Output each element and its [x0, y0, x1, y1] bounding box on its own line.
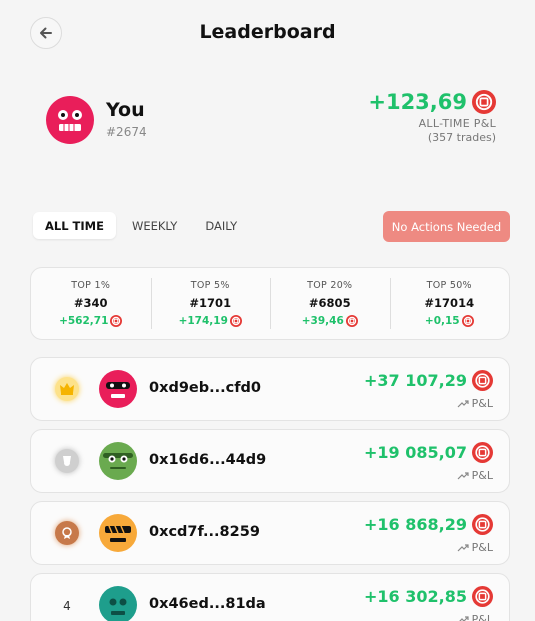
- tab-all-time[interactable]: ALL TIME: [33, 212, 116, 239]
- row-pnl-caption: P&L: [457, 397, 493, 410]
- token-icon: [110, 315, 123, 327]
- tier-pnl-value: +39,46: [301, 315, 344, 327]
- pnl-caption-label: P&L: [471, 469, 493, 482]
- tab-daily[interactable]: DAILY: [193, 212, 249, 239]
- rank-number: 4: [63, 599, 71, 613]
- user-pnl-value: +123,69: [368, 90, 467, 114]
- tier-top-1: TOP 1% #340 +562,71: [31, 268, 151, 339]
- tier-label: TOP 5%: [190, 280, 230, 291]
- tier-pnl: +39,46: [270, 315, 390, 327]
- pnl-caption-label: P&L: [471, 397, 493, 410]
- silver-medal-icon: [55, 449, 79, 473]
- user-pnl-block: +123,69 ALL-TIME P&L (357 trades): [368, 90, 496, 144]
- trend-up-icon: [457, 544, 469, 552]
- tier-rank: #6805: [308, 296, 351, 310]
- row-pnl: +19 085,07: [364, 442, 493, 463]
- token-icon: [345, 315, 358, 327]
- tier-top-50: TOP 50% #17014 +0,15: [389, 268, 510, 339]
- tier-label: TOP 1%: [71, 280, 111, 291]
- wallet-address: 0x46ed...81da: [149, 596, 266, 612]
- pnl-caption-label: P&L: [471, 613, 493, 621]
- row-pnl-value: +19 085,07: [364, 443, 467, 462]
- tier-rank: #17014: [424, 296, 475, 310]
- trend-up-icon: [457, 472, 469, 480]
- row-pnl-value: +16 868,29: [364, 515, 467, 534]
- tier-top-5: TOP 5% #1701 +174,19: [150, 268, 271, 339]
- token-icon: [461, 315, 474, 327]
- leaderboard-row[interactable]: 0xd9eb...cfd0 +37 107,29 P&L: [30, 357, 510, 421]
- tier-summary: TOP 1% #340 +562,71 TOP 5% #1701 +174,19…: [30, 267, 510, 340]
- tier-pnl: +562,71: [31, 315, 151, 327]
- row-pnl-caption: P&L: [457, 541, 493, 554]
- tier-pnl: +0,15: [390, 315, 510, 327]
- avatar: [99, 442, 137, 480]
- avatar: [99, 514, 137, 552]
- leaderboard-row[interactable]: 0x16d6...44d9 +19 085,07 P&L: [30, 429, 510, 493]
- bronze-medal-icon: [55, 521, 79, 545]
- row-pnl-value: +37 107,29: [364, 371, 467, 390]
- tab-weekly[interactable]: WEEKLY: [120, 212, 189, 239]
- token-icon: [472, 442, 493, 463]
- period-tabs: ALL TIME WEEKLY DAILY: [33, 212, 249, 239]
- row-pnl: +16 302,85: [364, 586, 493, 607]
- token-icon: [472, 514, 493, 535]
- row-pnl-value: +16 302,85: [364, 587, 467, 606]
- token-icon: [472, 586, 493, 607]
- user-pnl: +123,69: [368, 90, 496, 114]
- user-name: You: [106, 99, 145, 121]
- wallet-address: 0xcd7f...8259: [149, 524, 260, 540]
- avatar: [99, 586, 137, 621]
- tier-pnl-value: +562,71: [59, 315, 109, 327]
- wallet-address: 0xd9eb...cfd0: [149, 380, 262, 396]
- user-rank: #2674: [106, 125, 147, 139]
- pnl-label: ALL-TIME P&L: [418, 117, 496, 130]
- tier-pnl: +174,19: [151, 315, 271, 327]
- header: Leaderboard: [0, 0, 535, 66]
- token-icon: [472, 90, 496, 114]
- trend-up-icon: [458, 616, 469, 621]
- tier-label: TOP 50%: [426, 280, 472, 291]
- pnl-caption-label: P&L: [471, 541, 493, 554]
- gold-medal-icon: [55, 377, 79, 401]
- row-pnl: +16 868,29: [364, 514, 493, 535]
- page-title: Leaderboard: [199, 21, 336, 43]
- user-profile: You #2674 +123,69 ALL-TIME P&L (357 trad…: [46, 90, 496, 156]
- avatar: [99, 370, 137, 408]
- tier-rank: #340: [73, 296, 108, 310]
- tier-rank: #1701: [189, 296, 232, 310]
- tier-top-20: TOP 20% #6805 +39,46: [270, 268, 390, 339]
- token-icon: [229, 315, 242, 327]
- wallet-address: 0x16d6...44d9: [149, 452, 267, 468]
- no-actions-button[interactable]: No Actions Needed: [383, 211, 510, 242]
- row-pnl-caption: P&L: [457, 469, 493, 482]
- tier-label: TOP 20%: [307, 280, 353, 291]
- leaderboard-row[interactable]: 0xcd7f...8259 +16 868,29 P&L: [30, 501, 510, 565]
- trend-up-icon: [457, 400, 469, 408]
- trade-count: (357 trades): [427, 131, 496, 144]
- row-pnl: +37 107,29: [364, 370, 493, 391]
- leaderboard-row[interactable]: 4 0x46ed...81da +16 302,85 P&L: [30, 573, 510, 621]
- tier-pnl-value: +0,15: [424, 315, 460, 327]
- token-icon: [472, 370, 493, 391]
- avatar: [46, 96, 94, 144]
- tier-pnl-value: +174,19: [178, 315, 228, 327]
- row-pnl-caption: P&L: [457, 613, 493, 621]
